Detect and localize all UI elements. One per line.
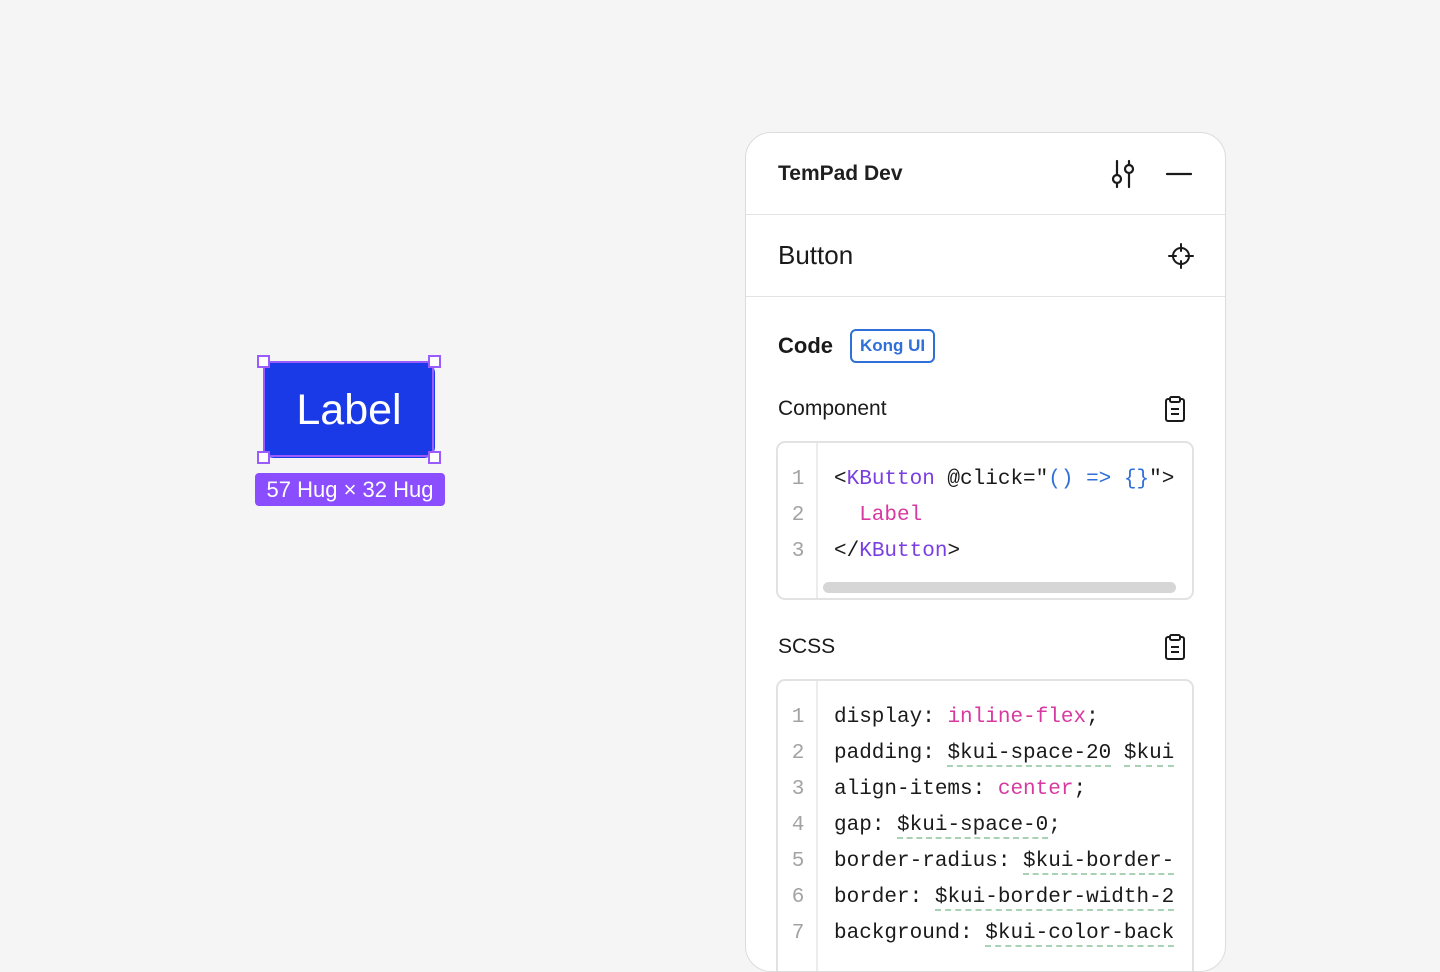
code-token: "> (1149, 467, 1175, 491)
sliders-icon[interactable] (1105, 156, 1141, 192)
plugin-badge[interactable]: Kong UI (850, 329, 936, 363)
line-content: background: $kui-color-back (818, 921, 1175, 947)
code-line: 6 border: $kui-border-width-2 (778, 879, 1192, 915)
crosshair-icon[interactable] (1163, 238, 1199, 274)
scss-code-block[interactable]: 1 display: inline-flex; 2 padding: $kui-spa… (776, 679, 1194, 971)
line-content: padding: $kui-space-20 $kui (818, 741, 1175, 767)
code-token: > (947, 539, 961, 563)
line-content: border: $kui-border-width-2 (818, 885, 1175, 911)
code-token: ; (1073, 777, 1087, 801)
code-token: < (834, 467, 847, 491)
code-token[interactable]: $kui (1123, 741, 1175, 767)
node-title: Button (778, 240, 854, 270)
code-line: 5 border-radius: $kui-border- (778, 843, 1192, 879)
size-badge: 57 Hug × 32 Hug (255, 473, 445, 506)
code-token: : (922, 705, 948, 729)
line-content: <KButton @click="() => {}"> (818, 468, 1174, 491)
panel-title: TemPad Dev (778, 161, 903, 185)
resize-handle-bottom-left[interactable] (257, 451, 270, 464)
line-content: gap: $kui-space-0; (818, 813, 1061, 839)
line-content: Label (818, 504, 922, 527)
node-header: Button (746, 215, 1225, 297)
panel-header[interactable]: TemPad Dev (746, 133, 1225, 215)
code-token: background (834, 921, 961, 945)
resize-handle-bottom-right[interactable] (428, 451, 441, 464)
code-line: 1 <KButton @click="() => {}"> (778, 461, 1192, 497)
component-code-block[interactable]: 1 <KButton @click="() => {}"> 2 Label 3 </KB… (776, 441, 1194, 600)
code-token: : (871, 813, 898, 837)
code-token[interactable]: $kui-space-0 (897, 813, 1049, 839)
code-token: ; (1048, 813, 1061, 837)
component-header: Component (778, 392, 1195, 426)
code-label: Code (778, 333, 833, 358)
code-token: =" (1023, 467, 1049, 491)
code-section: Code Kong UI Component 1 <KButton @click=… (746, 328, 1225, 971)
code-header: Code Kong UI (778, 328, 1195, 364)
line-content: border-radius: $kui-border- (818, 849, 1175, 875)
code-lines: 1 <KButton @click="() => {}"> 2 Label 3 </KB… (778, 443, 1192, 569)
code-token: : (909, 885, 935, 909)
code-token: border-radius (834, 849, 998, 873)
code-token: : (922, 741, 948, 765)
code-line: 4 gap: $kui-space-0; (778, 807, 1192, 843)
clipboard-icon[interactable] (1157, 391, 1193, 427)
scss-header: SCSS (778, 630, 1195, 664)
code-lines: 1 display: inline-flex; 2 padding: $kui-spa… (778, 681, 1192, 951)
code-token[interactable]: $kui-border-width-2 (934, 885, 1175, 911)
code-line: 2 padding: $kui-space-20 $kui (778, 735, 1192, 771)
scss-label: SCSS (778, 635, 836, 658)
code-line: 3 align-items: center; (778, 771, 1192, 807)
clipboard-icon[interactable] (1157, 629, 1193, 665)
code-token[interactable]: $kui-border- (1023, 849, 1175, 875)
code-token: border (834, 885, 910, 909)
code-token: display (834, 705, 923, 729)
code-token: gap (834, 813, 872, 837)
code-token: ; (1086, 705, 1099, 729)
code-token: KButton (859, 539, 948, 563)
horizontal-scrollbar[interactable] (823, 582, 1176, 593)
code-token: </ (834, 539, 860, 563)
line-content: </KButton> (818, 540, 960, 563)
resize-handle-top-left[interactable] (257, 355, 270, 368)
canvas-button-label: Label (296, 385, 402, 434)
code-token: @click (934, 467, 1024, 491)
line-gutter (778, 681, 818, 971)
code-token: padding (834, 741, 923, 765)
code-token: : (960, 921, 986, 945)
code-line: 1 display: inline-flex; (778, 699, 1192, 735)
tempad-dev-panel: TemPad Dev Button Code Kong UI Component… (745, 132, 1226, 972)
code-token: Label (834, 503, 923, 527)
line-content: display: inline-flex; (818, 706, 1099, 729)
code-line: 7 background: $kui-color-back (778, 915, 1192, 951)
code-token: : (972, 777, 998, 801)
code-token: inline-flex (947, 705, 1087, 729)
code-line: 2 Label (778, 497, 1192, 533)
code-token[interactable]: $kui-color-back (985, 921, 1175, 947)
canvas-button[interactable]: Label (263, 362, 435, 458)
resize-handle-top-right[interactable] (428, 355, 441, 368)
code-line: 3 </KButton> (778, 533, 1192, 569)
line-content: align-items: center; (818, 778, 1086, 801)
code-token[interactable]: $kui-space-20 (947, 741, 1112, 767)
code-token: : (997, 849, 1024, 873)
component-label: Component (778, 397, 887, 420)
code-token: center (997, 777, 1074, 801)
code-token: () => {} (1048, 467, 1150, 491)
minus-icon[interactable] (1161, 156, 1197, 192)
code-token: align-items (834, 777, 973, 801)
code-token: KButton (846, 467, 935, 491)
line-gutter (778, 443, 818, 598)
